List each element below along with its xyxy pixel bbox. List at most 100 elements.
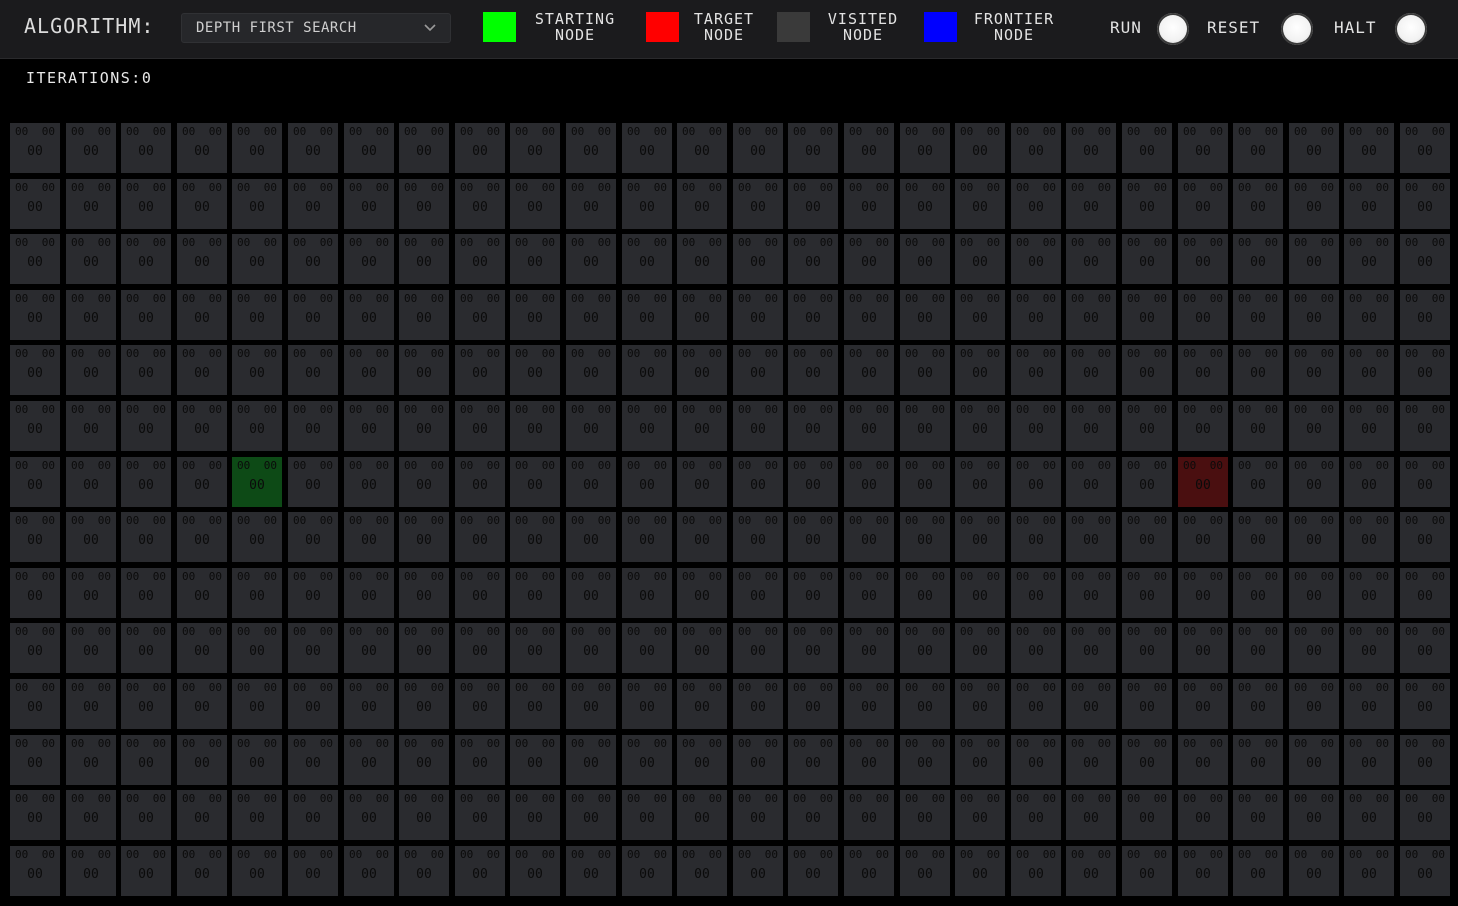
grid-cell[interactable]: 00 00 00 [10, 457, 60, 507]
grid-cell[interactable]: 00 00 00 [1344, 846, 1394, 896]
grid-cell[interactable]: 00 00 00 [788, 401, 838, 451]
grid-cell[interactable]: 00 00 00 [733, 401, 783, 451]
grid-cell[interactable]: 00 00 00 [177, 735, 227, 785]
grid-cell[interactable]: 00 00 00 [1122, 623, 1172, 673]
grid-cell[interactable]: 00 00 00 [1066, 735, 1116, 785]
grid-cell[interactable]: 00 00 00 [1011, 623, 1061, 673]
grid-cell[interactable]: 00 00 00 [677, 790, 727, 840]
grid-cell[interactable]: 00 00 00 [177, 234, 227, 284]
grid-cell[interactable]: 00 00 00 [1178, 234, 1228, 284]
grid-cell[interactable]: 00 00 00 [1233, 512, 1283, 562]
grid-cell[interactable]: 00 00 00 [399, 123, 449, 173]
grid-cell[interactable]: 00 00 00 [344, 512, 394, 562]
grid-cell[interactable]: 00 00 00 [1344, 512, 1394, 562]
grid-cell[interactable]: 00 00 00 [1289, 234, 1339, 284]
grid-cell[interactable]: 00 00 00 [288, 846, 338, 896]
grid-cell[interactable]: 00 00 00 [121, 234, 171, 284]
grid-cell[interactable]: 00 00 00 [66, 735, 116, 785]
grid-cell[interactable]: 00 00 00 [955, 179, 1005, 229]
grid-cell[interactable]: 00 00 00 [1122, 846, 1172, 896]
grid-cell[interactable]: 00 00 00 [955, 345, 1005, 395]
grid-cell[interactable]: 00 00 00 [955, 457, 1005, 507]
grid-cell[interactable]: 00 00 00 [10, 512, 60, 562]
grid-cell[interactable]: 00 00 00 [1344, 345, 1394, 395]
grid-cell[interactable]: 00 00 00 [1011, 846, 1061, 896]
grid-cell[interactable]: 00 00 00 [344, 290, 394, 340]
start-node-cell[interactable]: 00 00 00 [232, 457, 282, 507]
grid-cell[interactable]: 00 00 00 [1178, 846, 1228, 896]
grid-cell[interactable]: 00 00 00 [1289, 457, 1339, 507]
grid-cell[interactable]: 00 00 00 [1344, 290, 1394, 340]
grid-cell[interactable]: 00 00 00 [622, 679, 672, 729]
grid-cell[interactable]: 00 00 00 [288, 735, 338, 785]
grid-cell[interactable]: 00 00 00 [177, 179, 227, 229]
grid-cell[interactable]: 00 00 00 [622, 790, 672, 840]
grid-cell[interactable]: 00 00 00 [177, 457, 227, 507]
grid-cell[interactable]: 00 00 00 [455, 345, 505, 395]
grid-cell[interactable]: 00 00 00 [622, 457, 672, 507]
grid-cell[interactable]: 00 00 00 [288, 401, 338, 451]
grid-cell[interactable]: 00 00 00 [900, 457, 950, 507]
grid-cell[interactable]: 00 00 00 [232, 512, 282, 562]
grid-cell[interactable]: 00 00 00 [566, 512, 616, 562]
grid-cell[interactable]: 00 00 00 [510, 568, 560, 618]
grid-cell[interactable]: 00 00 00 [66, 290, 116, 340]
grid-cell[interactable]: 00 00 00 [1011, 790, 1061, 840]
grid-cell[interactable]: 00 00 00 [232, 290, 282, 340]
grid-cell[interactable]: 00 00 00 [121, 846, 171, 896]
grid-cell[interactable]: 00 00 00 [733, 735, 783, 785]
grid-cell[interactable]: 00 00 00 [1066, 179, 1116, 229]
grid-cell[interactable]: 00 00 00 [844, 457, 894, 507]
grid-cell[interactable]: 00 00 00 [1233, 179, 1283, 229]
grid-cell[interactable]: 00 00 00 [177, 512, 227, 562]
grid-cell[interactable]: 00 00 00 [1289, 790, 1339, 840]
grid-cell[interactable]: 00 00 00 [677, 457, 727, 507]
grid-cell[interactable]: 00 00 00 [900, 345, 950, 395]
grid-cell[interactable]: 00 00 00 [455, 457, 505, 507]
grid-cell[interactable]: 00 00 00 [677, 623, 727, 673]
grid-cell[interactable]: 00 00 00 [1011, 179, 1061, 229]
grid-cell[interactable]: 00 00 00 [177, 679, 227, 729]
grid-cell[interactable]: 00 00 00 [1011, 735, 1061, 785]
grid-cell[interactable]: 00 00 00 [622, 290, 672, 340]
grid-cell[interactable]: 00 00 00 [1344, 457, 1394, 507]
grid-cell[interactable]: 00 00 00 [844, 679, 894, 729]
grid-cell[interactable]: 00 00 00 [788, 179, 838, 229]
grid-cell[interactable]: 00 00 00 [788, 735, 838, 785]
grid-cell[interactable]: 00 00 00 [1233, 568, 1283, 618]
grid-cell[interactable]: 00 00 00 [455, 234, 505, 284]
grid-cell[interactable]: 00 00 00 [66, 846, 116, 896]
grid-cell[interactable]: 00 00 00 [121, 790, 171, 840]
grid-cell[interactable]: 00 00 00 [677, 679, 727, 729]
grid-cell[interactable]: 00 00 00 [1344, 401, 1394, 451]
grid-cell[interactable]: 00 00 00 [288, 179, 338, 229]
grid-cell[interactable]: 00 00 00 [788, 234, 838, 284]
grid-cell[interactable]: 00 00 00 [288, 345, 338, 395]
reset-button[interactable] [1281, 13, 1313, 45]
grid-cell[interactable]: 00 00 00 [844, 290, 894, 340]
grid-cell[interactable]: 00 00 00 [10, 179, 60, 229]
grid-cell[interactable]: 00 00 00 [1122, 679, 1172, 729]
grid-cell[interactable]: 00 00 00 [232, 345, 282, 395]
grid-cell[interactable]: 00 00 00 [344, 457, 394, 507]
grid-cell[interactable]: 00 00 00 [399, 234, 449, 284]
grid-cell[interactable]: 00 00 00 [1233, 623, 1283, 673]
grid-cell[interactable]: 00 00 00 [399, 735, 449, 785]
grid-cell[interactable]: 00 00 00 [733, 512, 783, 562]
grid-cell[interactable]: 00 00 00 [844, 790, 894, 840]
grid-cell[interactable]: 00 00 00 [1289, 846, 1339, 896]
grid-cell[interactable]: 00 00 00 [288, 568, 338, 618]
grid-cell[interactable]: 00 00 00 [566, 401, 616, 451]
grid-cell[interactable]: 00 00 00 [955, 846, 1005, 896]
grid-cell[interactable]: 00 00 00 [288, 623, 338, 673]
grid-cell[interactable]: 00 00 00 [1011, 568, 1061, 618]
grid-cell[interactable]: 00 00 00 [177, 623, 227, 673]
grid-cell[interactable]: 00 00 00 [1289, 179, 1339, 229]
grid-cell[interactable]: 00 00 00 [1011, 290, 1061, 340]
grid-cell[interactable]: 00 00 00 [788, 345, 838, 395]
grid-cell[interactable]: 00 00 00 [1400, 401, 1450, 451]
grid-cell[interactable]: 00 00 00 [1066, 679, 1116, 729]
grid-cell[interactable]: 00 00 00 [121, 345, 171, 395]
grid-cell[interactable]: 00 00 00 [677, 401, 727, 451]
grid-cell[interactable]: 00 00 00 [510, 623, 560, 673]
